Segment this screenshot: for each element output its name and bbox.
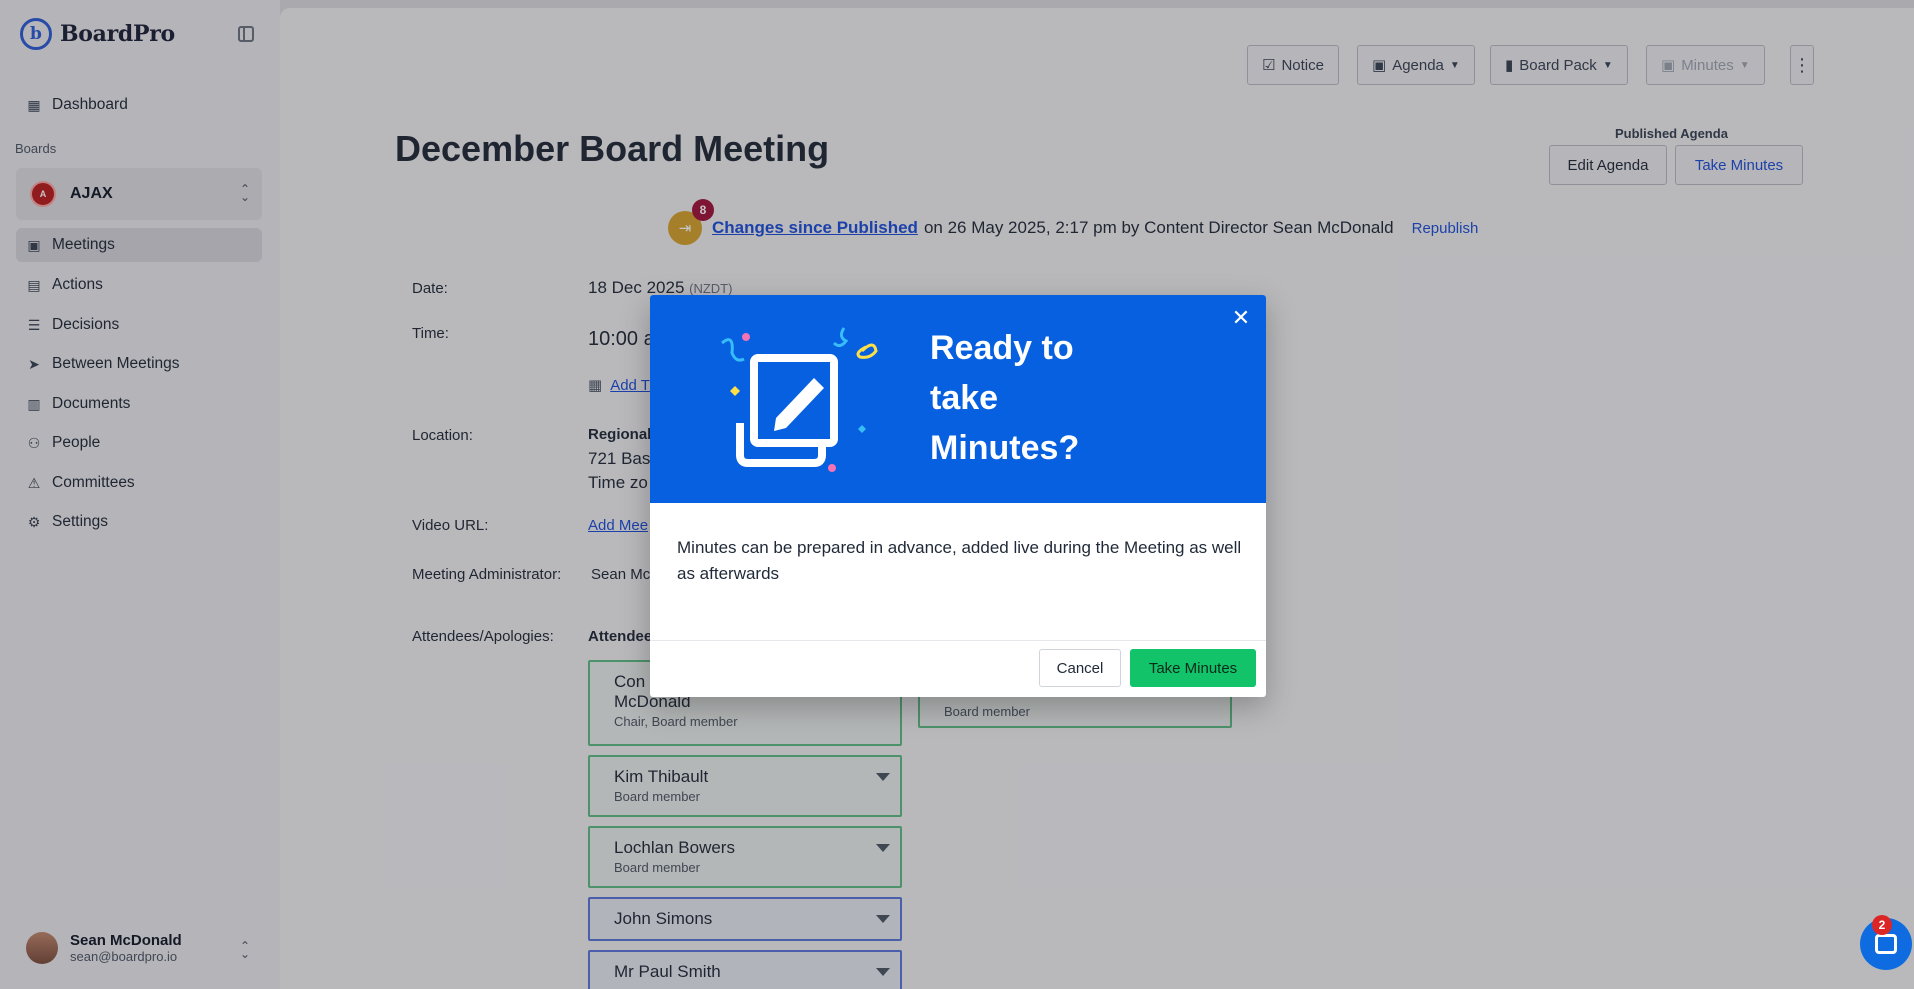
take-minutes-button[interactable]: Take Minutes: [1130, 649, 1256, 687]
modal-footer: Cancel Take Minutes: [650, 640, 1266, 697]
modal-title: Ready to take Minutes?: [930, 329, 1080, 467]
take-minutes-modal: Ready to take Minutes? ✕ Minutes can be …: [650, 295, 1266, 697]
chat-unread-badge: 2: [1872, 915, 1892, 935]
modal-body-text: Minutes can be prepared in advance, adde…: [677, 538, 1242, 583]
chat-icon: [1875, 934, 1897, 954]
close-icon[interactable]: ✕: [1228, 305, 1254, 331]
modal-hero: Ready to take Minutes? ✕: [650, 295, 1266, 503]
notepad-pencil-icon: [721, 327, 878, 472]
cancel-button[interactable]: Cancel: [1039, 649, 1121, 687]
